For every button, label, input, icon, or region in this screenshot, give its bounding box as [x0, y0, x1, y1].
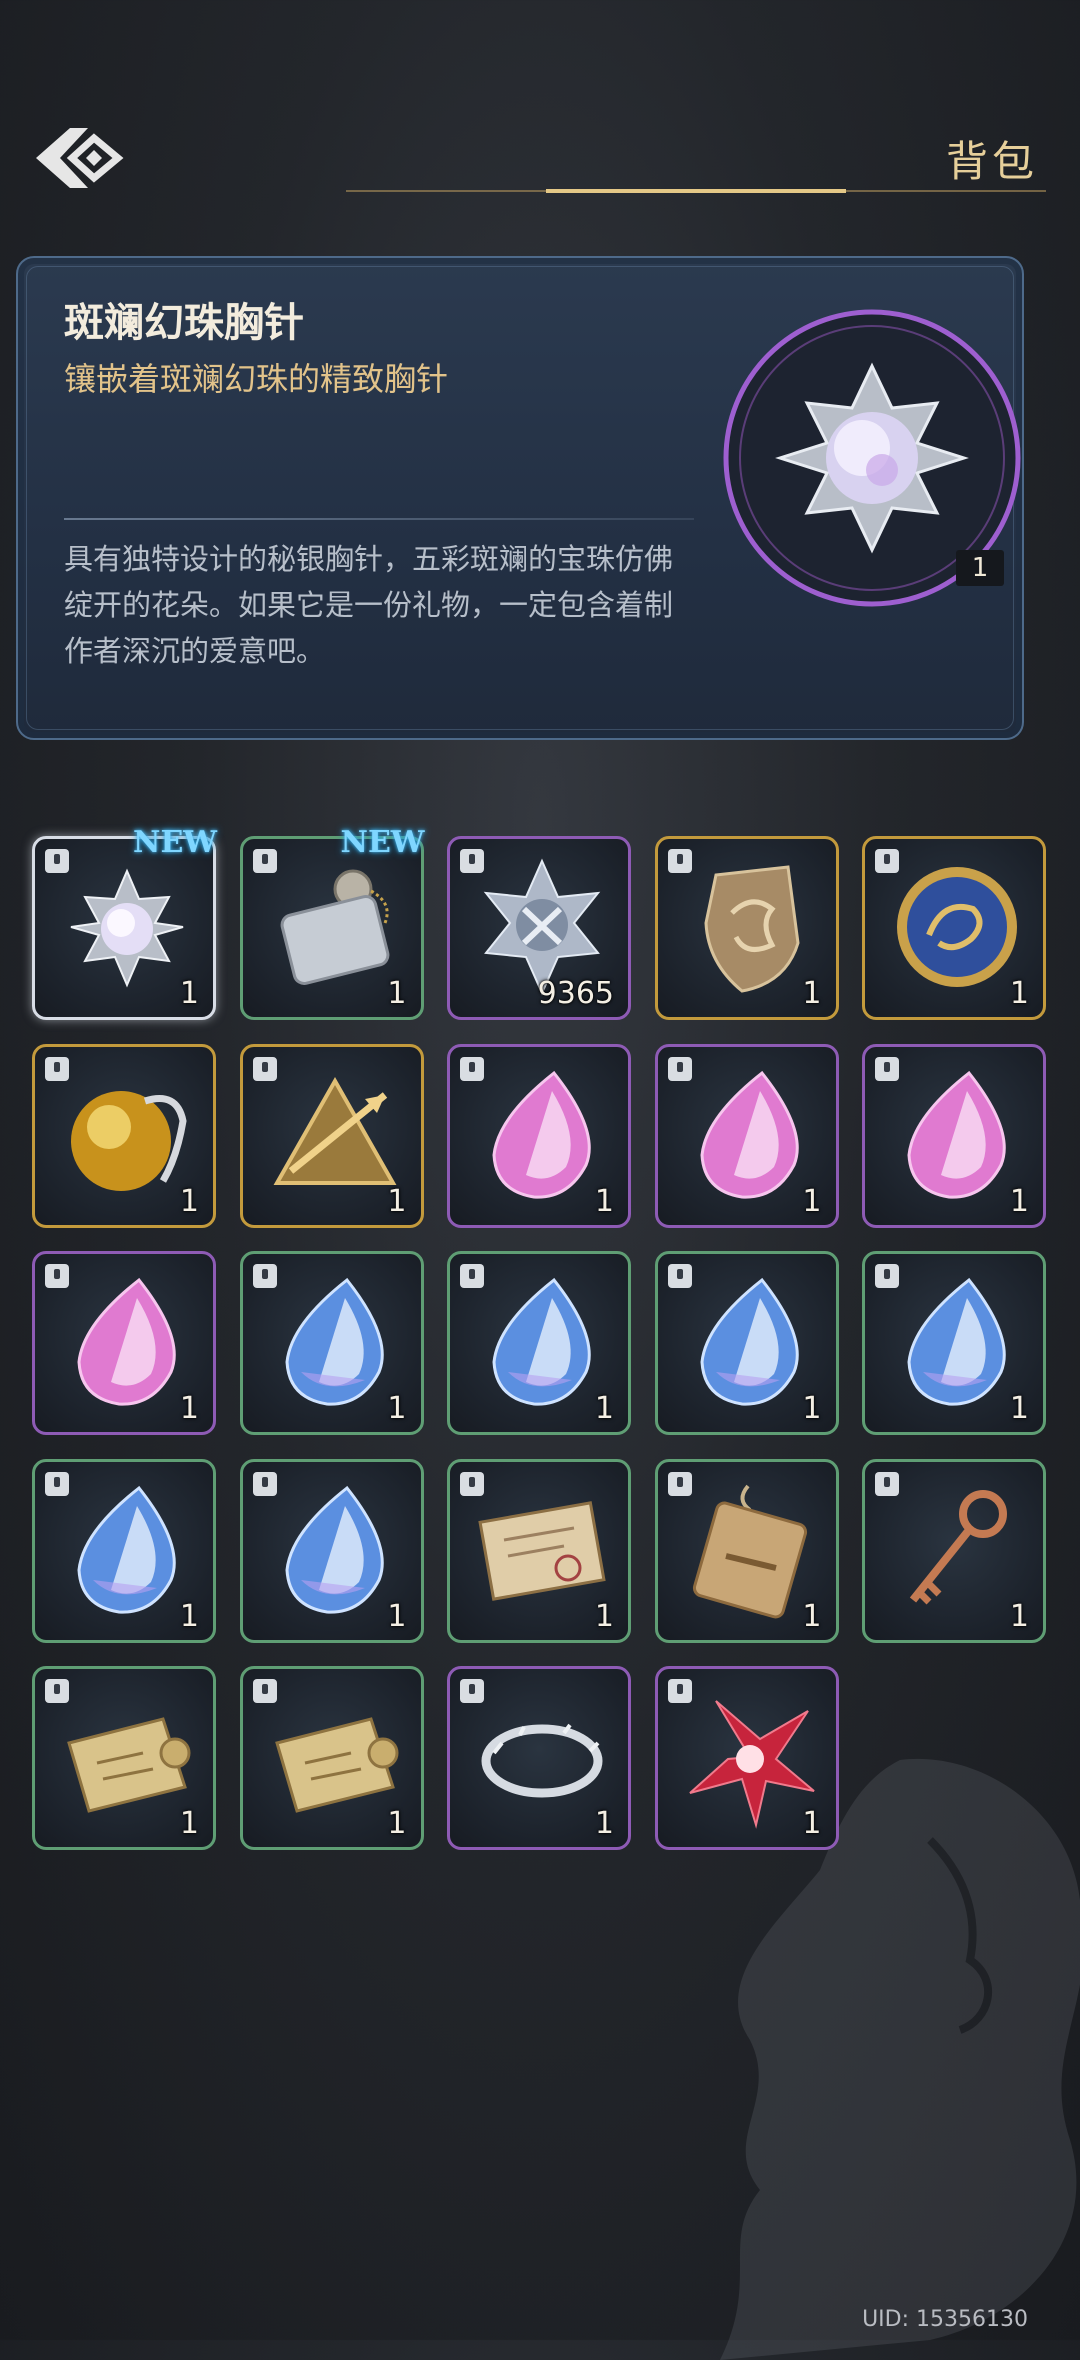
inventory-slot[interactable]: 1: [32, 1251, 216, 1435]
item-count: 1: [387, 1391, 407, 1426]
item-count: 1: [594, 1806, 614, 1841]
item-count: 1: [387, 1598, 407, 1634]
pink-gem-icon: [907, 1070, 1006, 1199]
inventory-slot[interactable]: 1: [654, 1043, 839, 1228]
inventory-slot[interactable]: 1: [862, 1043, 1046, 1228]
detail-divider: [64, 518, 694, 520]
inventory-slot[interactable]: 1: [654, 1251, 839, 1435]
back-button[interactable]: [30, 118, 126, 198]
item-count: 1: [1009, 1391, 1029, 1426]
inventory-slot[interactable]: 1: [239, 1666, 424, 1850]
map-scroll-icon: [67, 1717, 191, 1813]
brooch-icon: [70, 868, 184, 988]
item-count: 1: [594, 1391, 614, 1426]
pink-gem-icon: [492, 1070, 591, 1199]
inventory-slot[interactable]: 1: [447, 1251, 631, 1435]
item-count: 1: [179, 1806, 199, 1841]
item-count: 1: [387, 1806, 407, 1841]
blue-gem-icon: [907, 1277, 1006, 1406]
item-count: 1: [802, 1391, 822, 1426]
item-count: 9365: [537, 976, 614, 1011]
page-title: 背包: [945, 137, 1038, 186]
item-count: 1: [1009, 1598, 1029, 1634]
inventory-slot[interactable]: 1: [32, 1458, 216, 1643]
inventory-slot[interactable]: 1: [447, 1043, 631, 1228]
letter-icon: [478, 1500, 606, 1601]
item-count: 1: [387, 1183, 407, 1219]
item-count: 1: [179, 1183, 199, 1219]
item-name: 斑斓幻珠胸针: [64, 299, 304, 346]
item-count: 1: [179, 976, 199, 1011]
pink-gem-icon: [77, 1277, 176, 1406]
item-count: 1: [802, 1806, 822, 1841]
inventory-slot[interactable]: 1: [654, 836, 839, 1020]
inventory-slot[interactable]: 1: [862, 1458, 1046, 1643]
item-count: 1: [802, 1183, 822, 1219]
item-count: 1: [1009, 976, 1029, 1011]
inventory-slot[interactable]: 1: [239, 1458, 424, 1643]
inventory-slot[interactable]: 1: [32, 1043, 216, 1228]
user-id: UID: 15356130: [862, 2307, 1028, 2332]
item-count: 1: [179, 1391, 199, 1426]
inventory-slot[interactable]: 1: [447, 1458, 631, 1643]
blue-gem-icon: [492, 1277, 591, 1406]
inventory-slot[interactable]: 9365: [447, 836, 631, 1020]
inventory-slot[interactable]: 1: [239, 1251, 424, 1435]
item-count: 1: [387, 976, 407, 1011]
inventory-slot[interactable]: 1: [862, 836, 1046, 1020]
inventory-slot[interactable]: 1: [32, 1666, 216, 1850]
item-count: 1: [802, 976, 822, 1011]
inventory-slot[interactable]: 1: [654, 1458, 839, 1643]
item-count: 1: [594, 1598, 614, 1634]
title-divider: [346, 189, 1046, 193]
item-subtitle: 镶嵌着斑斓幻珠的精致胸针: [64, 360, 449, 398]
blue-dragon-coin-icon: [897, 867, 1017, 987]
item-count: 1: [956, 550, 1004, 586]
new-badge: NEW: [133, 825, 217, 860]
inventory-slot[interactable]: 1: [447, 1666, 631, 1850]
amber-orb-icon: [71, 1090, 187, 1191]
silver-ring-icon: [481, 1723, 603, 1798]
inventory-slot[interactable]: 1: [654, 1666, 839, 1850]
inventory-slot[interactable]: 1: [862, 1251, 1046, 1435]
item-count: 1: [802, 1598, 822, 1634]
bronze-key-icon: [909, 1489, 1007, 1604]
inventory-slot[interactable]: 1 NEW: [239, 825, 425, 1020]
inventory-slot[interactable]: 1 NEW: [32, 825, 217, 1020]
blue-gem-icon: [77, 1485, 176, 1614]
item-count: 1: [179, 1598, 199, 1634]
item-description: 具有独特设计的秘银胸针，五彩斑斓的宝珠仿佛绽开的花朵。如果它是一份礼物，一定包含…: [64, 542, 674, 668]
item-count: 1: [594, 1183, 614, 1219]
inventory-slot[interactable]: 1: [239, 1043, 424, 1228]
new-badge: NEW: [340, 825, 425, 860]
item-count: 1: [1009, 1183, 1029, 1219]
